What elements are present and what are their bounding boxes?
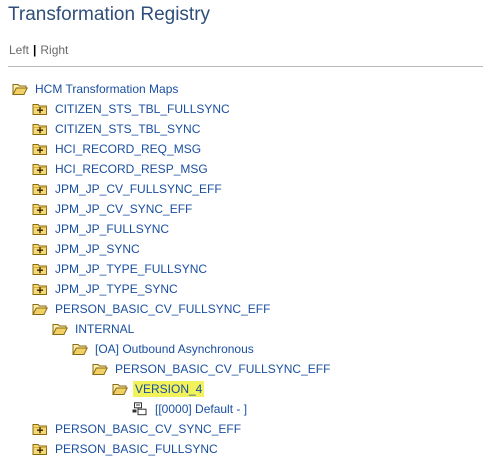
tree-node-label[interactable]: PERSON_BASIC_CV_SYNC_EFF [55,421,241,437]
tree-node[interactable]: JPM_JP_TYPE_SYNC [32,279,178,299]
tree-node[interactable]: HCI_RECORD_REQ_MSG [32,139,201,159]
tree-node[interactable]: JPM_JP_CV_FULLSYNC_EFF [32,179,222,199]
tree-node-label[interactable]: PERSON_BASIC_CV_FULLSYNC_EFF [115,361,330,377]
folder-open-icon[interactable] [52,322,68,336]
tree-node-label[interactable]: HCI_RECORD_RESP_MSG [55,161,208,177]
folder-expand-icon[interactable] [32,422,48,436]
folder-open-icon[interactable] [92,362,108,376]
tree-node[interactable]: HCI_RECORD_RESP_MSG [32,159,208,179]
tree-node-label[interactable]: HCI_RECORD_REQ_MSG [55,141,201,157]
page-title: Transformation Registry [8,4,211,25]
tree-node[interactable]: CITIZEN_STS_TBL_FULLSYNC [32,99,230,119]
nav-separator: | [33,43,37,57]
tree-node-label-selected[interactable]: VERSION_4 [133,381,205,397]
folder-open-icon[interactable] [12,82,28,96]
folder-expand-icon[interactable] [32,442,48,456]
tree-node-label[interactable]: CITIZEN_STS_TBL_FULLSYNC [55,101,230,117]
tree-node-label[interactable]: JPM_JP_FULLSYNC [55,221,169,237]
tree-node-label[interactable]: JPM_JP_TYPE_SYNC [55,281,178,297]
tree-node-label[interactable]: INTERNAL [75,321,134,337]
tree-leaf-default[interactable]: [[0000] Default - ] [132,399,247,419]
tree-root-node[interactable]: HCM Transformation Maps [12,79,178,99]
folder-expand-icon[interactable] [32,122,48,136]
left-link[interactable]: Left [9,43,29,57]
tree-root-label[interactable]: HCM Transformation Maps [35,81,178,97]
tree-node-label[interactable]: [OA] Outbound Asynchronous [95,341,254,357]
folder-expand-icon[interactable] [32,142,48,156]
folder-open-icon[interactable] [112,382,128,396]
tree-leaf-label[interactable]: [[0000] Default - ] [155,401,247,417]
tree-node[interactable]: JPM_JP_SYNC [32,239,140,259]
tree-node[interactable]: CITIZEN_STS_TBL_SYNC [32,119,200,139]
divider [8,66,483,67]
folder-expand-icon[interactable] [32,162,48,176]
tree-node-expanded[interactable]: PERSON_BASIC_CV_FULLSYNC_EFF [32,299,270,319]
folder-expand-icon[interactable] [32,202,48,216]
tree-node-label[interactable]: JPM_JP_CV_FULLSYNC_EFF [55,181,222,197]
tree-node-internal[interactable]: INTERNAL [52,319,134,339]
folder-expand-icon[interactable] [32,262,48,276]
tree-node-label[interactable]: PERSON_BASIC_CV_FULLSYNC_EFF [55,301,270,317]
tree-node[interactable]: JPM_JP_FULLSYNC [32,219,169,239]
tree-node-label[interactable]: PERSON_BASIC_FULLSYNC [55,441,218,457]
tree-node[interactable]: JPM_JP_TYPE_FULLSYNC [32,259,207,279]
tree-node-version[interactable]: VERSION_4 [112,379,205,399]
folder-expand-icon[interactable] [32,182,48,196]
folder-expand-icon[interactable] [32,102,48,116]
tree-node[interactable]: PERSON_BASIC_CV_SYNC_EFF [32,419,241,439]
folder-open-icon[interactable] [32,302,48,316]
tree-node-label[interactable]: JPM_JP_SYNC [55,241,140,257]
tree-node[interactable]: JPM_JP_CV_SYNC_EFF [32,199,192,219]
tree-node-map[interactable]: PERSON_BASIC_CV_FULLSYNC_EFF [92,359,330,379]
tree-node-label[interactable]: JPM_JP_TYPE_FULLSYNC [55,261,207,277]
tree-node-outbound[interactable]: [OA] Outbound Asynchronous [72,339,254,359]
leaf-node-icon [132,402,148,416]
tree-node-label[interactable]: CITIZEN_STS_TBL_SYNC [55,121,200,137]
folder-open-icon[interactable] [72,342,88,356]
left-right-nav: Left | Right [9,43,68,57]
tree-node-label[interactable]: JPM_JP_CV_SYNC_EFF [55,201,192,217]
folder-expand-icon[interactable] [32,282,48,296]
folder-expand-icon[interactable] [32,242,48,256]
tree-node[interactable]: PERSON_BASIC_FULLSYNC [32,439,218,459]
right-link[interactable]: Right [40,43,68,57]
folder-expand-icon[interactable] [32,222,48,236]
